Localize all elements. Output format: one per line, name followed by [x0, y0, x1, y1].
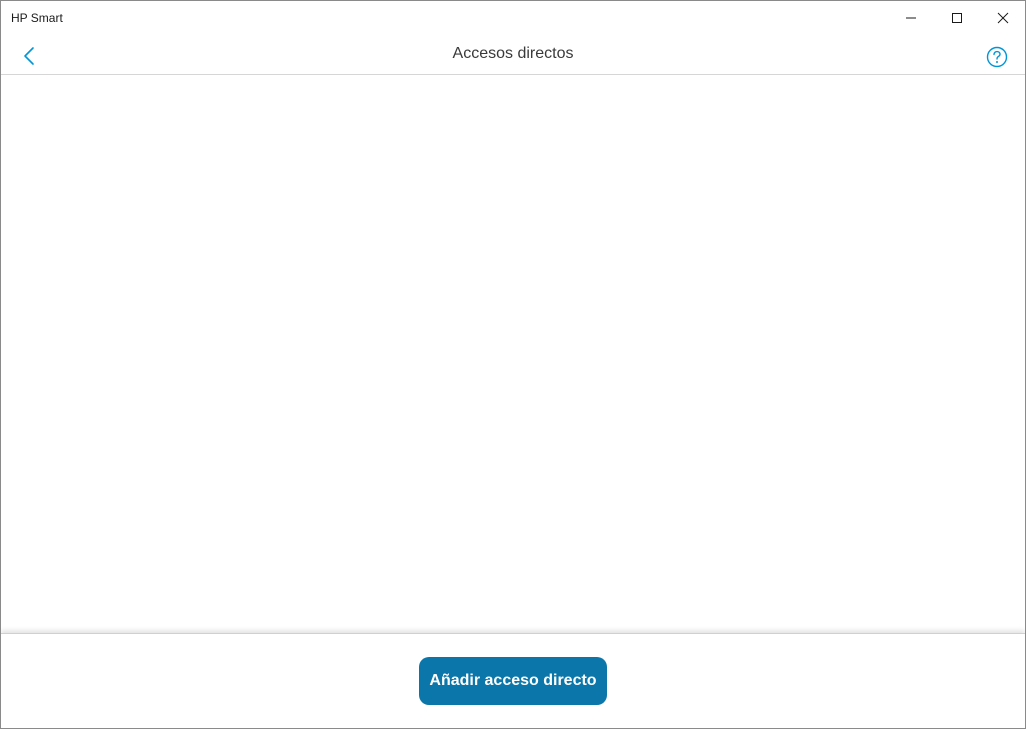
app-window: HP Smart Accesos directos Añadir acceso …	[0, 0, 1026, 729]
add-shortcut-button[interactable]: Añadir acceso directo	[419, 657, 607, 705]
title-bar[interactable]: HP Smart	[1, 1, 1025, 34]
page-title: Accesos directos	[452, 45, 574, 62]
page-header: Accesos directos	[1, 34, 1025, 75]
minimize-icon	[906, 17, 916, 18]
close-icon	[997, 12, 1009, 23]
maximize-icon	[952, 12, 962, 23]
close-button[interactable]	[980, 1, 1025, 34]
footer-bar: Añadir acceso directo	[1, 633, 1025, 728]
help-button[interactable]	[986, 46, 1008, 68]
maximize-button[interactable]	[934, 1, 980, 34]
shortcuts-list-area	[1, 75, 1025, 633]
minimize-button[interactable]	[888, 1, 934, 34]
app-title: HP Smart	[11, 11, 63, 25]
question-circle-icon	[986, 46, 1008, 68]
